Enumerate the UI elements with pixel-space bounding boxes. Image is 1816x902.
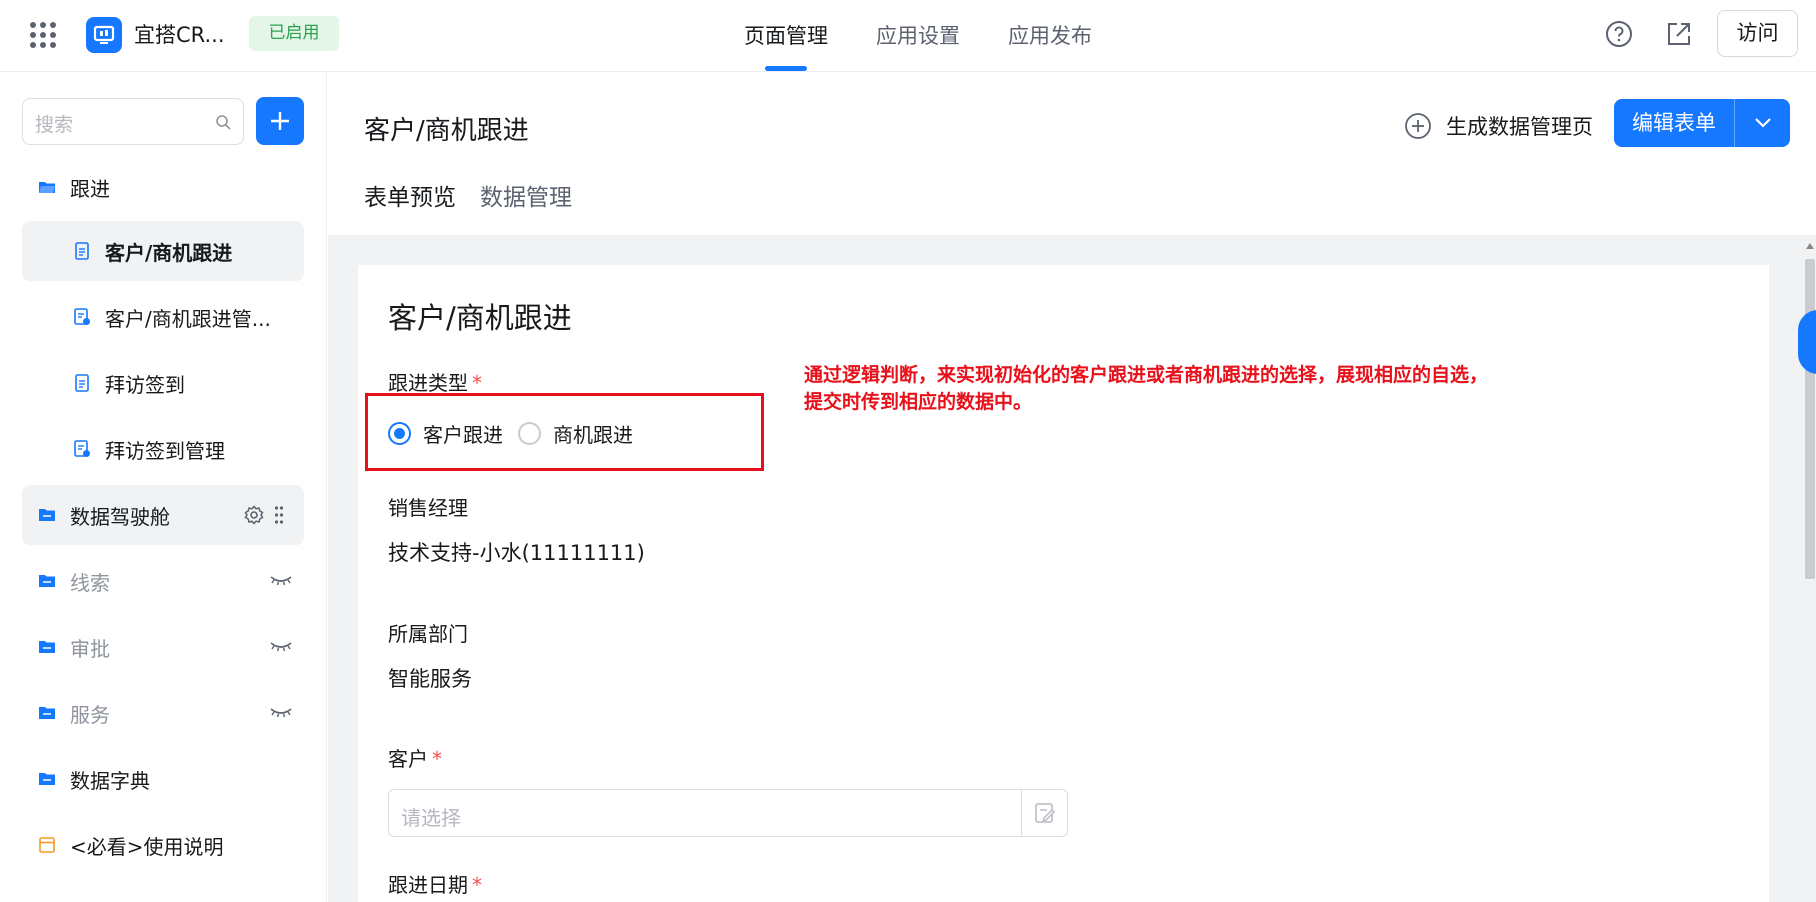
side-panel-handle[interactable]: [1798, 310, 1816, 374]
top-nav-app-publish[interactable]: 应用发布: [984, 0, 1116, 72]
follow-type-label: 跟进类型 *: [388, 367, 482, 396]
report-icon: [74, 440, 90, 457]
sidebar-item-label: 审批: [70, 636, 110, 661]
annotation-line-1: 通过逻辑判断，来实现初始化的客户跟进或者商机跟进的选择，展现相应的自选，: [804, 364, 1489, 386]
scroll-up-arrow[interactable]: [1806, 243, 1814, 249]
add-page-button[interactable]: [256, 97, 304, 145]
department-label: 所属部门: [388, 622, 468, 646]
top-bar: 宜搭CR... 已启用 页面管理 应用设置 应用发布 访问: [0, 0, 1816, 72]
report-icon: [74, 308, 90, 325]
sidebar-group-service[interactable]: 服务: [22, 683, 304, 743]
app-logo-icon: [86, 17, 122, 53]
customer-label-text: 客户: [388, 747, 428, 771]
eye-closed-icon[interactable]: [270, 574, 292, 586]
sidebar-item-label: 数据字典: [70, 768, 150, 793]
page-tabs: 表单预览 数据管理: [364, 174, 596, 248]
sidebar-group-approval[interactable]: 审批: [22, 617, 304, 677]
eye-closed-icon[interactable]: [270, 640, 292, 652]
visit-button[interactable]: 访问: [1717, 10, 1798, 57]
customer-select-placeholder: 请选择: [401, 806, 461, 830]
help-icon[interactable]: [1604, 19, 1634, 49]
edit-form-dropdown[interactable]: [1735, 99, 1790, 147]
sidebar-item-usage-guide[interactable]: <必看>使用说明: [22, 815, 304, 875]
edit-icon: [1034, 803, 1055, 823]
edit-form-label[interactable]: 编辑表单: [1614, 99, 1735, 147]
sidebar-item-label: 数据驾驶舱: [70, 504, 170, 529]
sidebar-group-leads[interactable]: 线索: [22, 551, 304, 611]
form-title: 客户/商机跟进: [388, 301, 572, 335]
tab-data-management[interactable]: 数据管理: [480, 174, 572, 235]
folder-icon: [39, 509, 55, 521]
customer-select-button[interactable]: [1021, 790, 1067, 836]
folder-icon: [39, 641, 55, 653]
required-mark: *: [472, 371, 482, 395]
chevron-down-icon: [1754, 118, 1771, 128]
main-header: 客户/商机跟进 生成数据管理页 编辑表单 表单预览 数据管理: [328, 72, 1816, 248]
folder-icon: [39, 575, 55, 587]
page-icon: [39, 837, 55, 853]
edit-form-button[interactable]: 编辑表单: [1614, 99, 1790, 147]
top-nav-app-settings[interactable]: 应用设置: [852, 0, 984, 72]
folder-icon: [39, 773, 55, 785]
top-nav-page-management[interactable]: 页面管理: [720, 0, 852, 72]
form-card: 客户/商机跟进 跟进类型 * 客户跟进 商机跟进 通过逻辑判断，来实现初始化的客户…: [358, 265, 1769, 902]
sidebar-item-customer-follow[interactable]: 客户/商机跟进: [22, 221, 304, 281]
sidebar-item-label: 拜访签到管理: [105, 438, 225, 463]
search-placeholder: 搜索: [35, 114, 74, 136]
generate-data-page-label: 生成数据管理页: [1446, 115, 1593, 139]
tab-form-preview[interactable]: 表单预览: [364, 174, 456, 248]
sales-manager-label: 销售经理: [388, 496, 468, 520]
follow-date-label-text: 跟进日期: [388, 873, 468, 897]
folder-open-icon: [39, 182, 55, 193]
form-doc-icon: [75, 242, 89, 260]
sidebar-group-follow[interactable]: 跟进: [22, 157, 304, 217]
status-badge: 已启用: [249, 16, 339, 51]
app-name[interactable]: 宜搭CR...: [134, 19, 225, 49]
sidebar-item-visit-checkin[interactable]: 拜访签到: [22, 353, 304, 413]
follow-type-label-text: 跟进类型: [388, 371, 468, 395]
search-icon: [216, 115, 231, 130]
sidebar-group-data-dictionary[interactable]: 数据字典: [22, 749, 304, 809]
app-grid-icon[interactable]: [30, 22, 56, 48]
sales-manager-value: 技术支持-小水(11111111): [388, 541, 645, 565]
required-mark: *: [472, 873, 482, 897]
page-title: 客户/商机跟进: [364, 116, 529, 146]
department-value: 智能服务: [388, 667, 472, 691]
eye-closed-icon[interactable]: [270, 706, 292, 718]
plus-circle-icon: [1405, 113, 1431, 139]
top-nav: 页面管理 应用设置 应用发布: [720, 0, 1116, 72]
form-doc-icon: [75, 374, 89, 392]
folder-icon: [39, 707, 55, 719]
sidebar-item-customer-follow-manage[interactable]: 客户/商机跟进管...: [22, 287, 304, 347]
search-input[interactable]: 搜索: [22, 98, 244, 145]
drag-handle-icon[interactable]: [274, 505, 284, 525]
sidebar-item-label: 客户/商机跟进: [105, 240, 233, 265]
annotation-text: 通过逻辑判断，来实现初始化的客户跟进或者商机跟进的选择，展现相应的自选， 提交时…: [804, 362, 1488, 416]
scrollbar-thumb[interactable]: [1805, 259, 1815, 579]
customer-select[interactable]: 请选择: [388, 789, 1068, 837]
sidebar-group-data-cockpit[interactable]: 数据驾驶舱: [22, 485, 304, 545]
annotation-highlight-box: [365, 393, 764, 471]
external-link-icon[interactable]: [1664, 19, 1694, 49]
sidebar-item-label: 客户/商机跟进管...: [105, 306, 271, 331]
sidebar-item-label: 跟进: [70, 176, 110, 201]
plus-icon: [271, 112, 289, 130]
customer-label: 客户 *: [388, 743, 442, 772]
required-mark: *: [432, 747, 442, 771]
sidebar: 搜索 跟进 客户/商机跟进 客户/商机跟进管... 拜访签到 拜访签到管理 数据…: [0, 72, 327, 902]
sidebar-item-label: 线索: [70, 570, 110, 595]
form-canvas: 客户/商机跟进 跟进类型 * 客户跟进 商机跟进 通过逻辑判断，来实现初始化的客户…: [328, 235, 1804, 902]
sidebar-item-visit-checkin-manage[interactable]: 拜访签到管理: [22, 419, 304, 479]
generate-data-page-button[interactable]: 生成数据管理页: [1404, 110, 1593, 142]
sidebar-item-label: <必看>使用说明: [70, 834, 224, 859]
sidebar-item-label: 拜访签到: [105, 372, 185, 397]
follow-date-label: 跟进日期 *: [388, 869, 482, 898]
sidebar-item-label: 服务: [70, 702, 110, 727]
annotation-line-2: 提交时传到相应的数据中。: [804, 391, 1033, 413]
gear-icon[interactable]: [244, 505, 264, 525]
